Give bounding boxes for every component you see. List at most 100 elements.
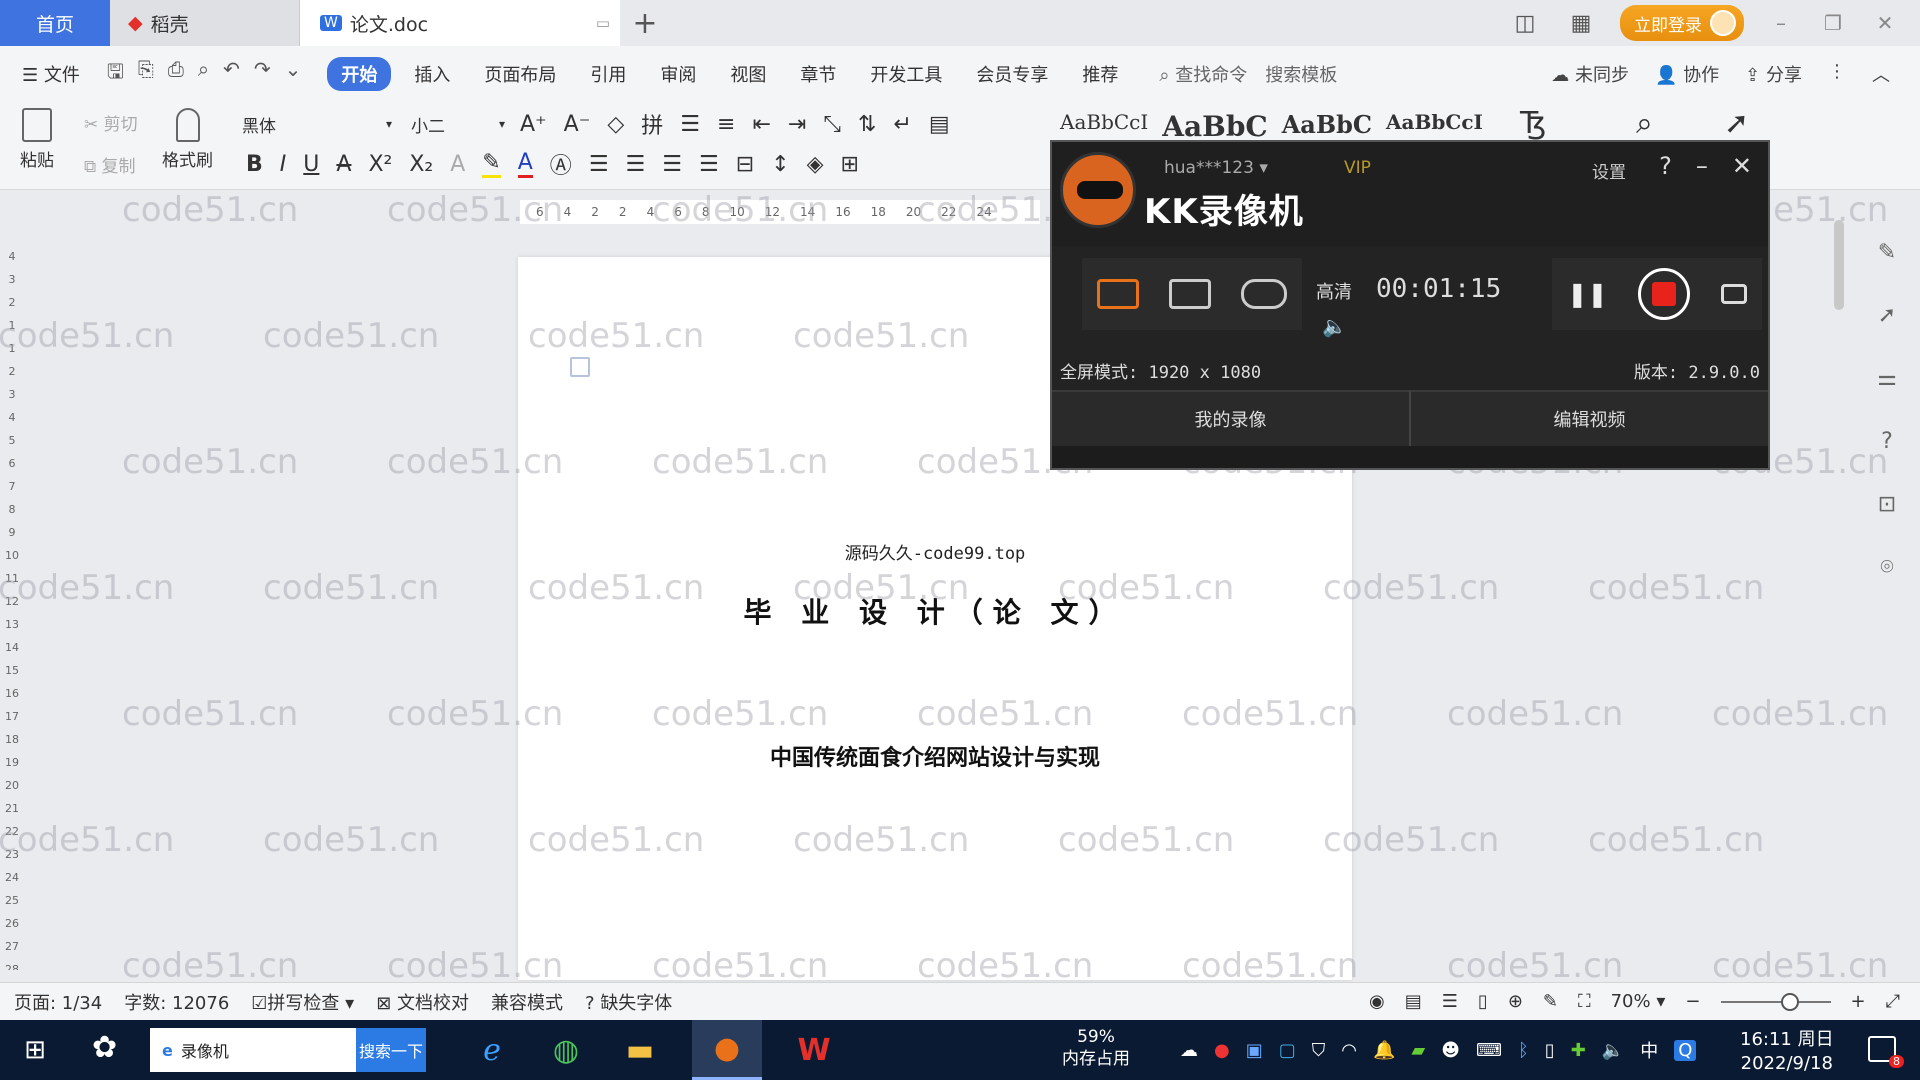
qq-icon[interactable]: ☻ [1441,1040,1460,1061]
indent-icon[interactable]: ⇥ [788,112,806,137]
fullscreen-mode-icon[interactable] [1097,279,1139,309]
page-indicator[interactable]: 页面: 1/34 [14,989,102,1015]
bullet-list-icon[interactable]: ☰ [680,112,700,137]
taskbar-search-button[interactable]: 搜索一下 [356,1028,426,1072]
my-videos-button[interactable]: 我的录像 [1052,390,1409,446]
fit-page-icon[interactable]: ⛶ [1578,991,1591,1012]
backup-icon[interactable]: ⊡ [1878,492,1896,517]
tray-app-icon[interactable]: ▣ [1246,1040,1263,1061]
location-icon[interactable]: ⌾ [1880,555,1893,580]
collapse-ribbon-icon[interactable]: ︿ [1872,61,1890,87]
kk-username[interactable]: hua***123 ▾ [1164,158,1268,178]
style-heading-3[interactable]: AaBbCcI [1386,110,1483,143]
distribute-icon[interactable]: ⊟ [736,152,754,177]
tab-developer[interactable]: 开发工具 [853,61,959,87]
tray-app-icon[interactable]: ● [1214,1040,1230,1061]
kk-quality-label[interactable]: 高清 [1316,278,1352,304]
style-gallery[interactable]: AaBbCcI AaBbC AaBbC AaBbCcI [1060,110,1483,143]
tab-insert[interactable]: 插入 [397,61,467,87]
numbered-list-icon[interactable]: ≡ [717,112,735,137]
usb-icon[interactable]: ▯ [1545,1040,1555,1061]
tab-start[interactable]: 开始 [327,57,392,91]
tab-home[interactable]: 首页 [0,0,110,46]
subscript-icon[interactable]: X₂ [409,152,433,177]
zoom-in-icon[interactable]: + [1851,991,1866,1012]
web-view-icon[interactable]: ⊕ [1508,991,1523,1012]
align-right-icon[interactable]: ☰ [662,152,682,177]
outline-view-icon[interactable]: ☰ [1442,991,1458,1012]
tab-chapter[interactable]: 章节 [783,61,853,87]
format-painter-button[interactable]: 格式刷 [162,108,213,171]
word-count[interactable]: 字数: 12076 [124,989,229,1015]
clear-format-icon[interactable]: ◇ [607,112,624,137]
pinwheel-icon[interactable]: ✿ [92,1030,117,1065]
zoom-slider[interactable] [1720,992,1831,1011]
reading-view-icon[interactable]: ▯ [1478,991,1488,1012]
save-icon[interactable]: 🖫 [107,57,124,91]
zoom-level[interactable]: 70% ▾ [1611,991,1666,1012]
select-icon[interactable]: ➚ [1724,106,1749,141]
command-search[interactable]: ⌕ 查找命令 搜索模板 [1135,61,1337,87]
ime-indicator[interactable]: 中 [1640,1037,1658,1063]
file-menu[interactable]: ☰ 文件 [0,61,97,87]
bluetooth-icon[interactable]: ᛒ [1518,1040,1529,1061]
font-size-select[interactable]: 小二 ▾ [405,110,505,138]
char-border-icon[interactable]: Ⓐ [550,148,572,180]
italic-icon[interactable]: I [280,152,287,177]
share-button[interactable]: ⇪ 分享 [1745,61,1802,87]
undo-icon[interactable]: ↶ [223,57,240,91]
kk-settings-button[interactable]: 设置 [1592,158,1626,183]
close-button[interactable]: ✕ [1870,11,1900,35]
align-center-icon[interactable]: ☰ [626,152,646,177]
nvidia-icon[interactable]: ▰ [1411,1040,1425,1061]
style-normal[interactable]: AaBbCcI [1060,110,1148,143]
tab-pin-icon[interactable]: ▭ [596,14,610,32]
strikethrough-icon[interactable]: A [336,152,351,177]
region-mode-icon[interactable] [1169,279,1211,309]
sliders-icon[interactable]: ⚌ [1877,366,1897,391]
table-icon[interactable]: ▤ [929,112,950,137]
kk-help-icon[interactable]: ? [1659,152,1672,180]
font-color-icon[interactable]: A [517,150,533,178]
tab-view[interactable]: 视图 [713,61,783,87]
paragraph-mark-icon[interactable] [570,357,590,377]
shading-icon[interactable]: ◈ [807,152,824,177]
kk-recorder-window[interactable]: hua***123 ▾ VIP KK录像机 设置 ? – ✕ 高清 00:01:… [1050,140,1770,470]
notification-bell-icon[interactable]: 🔔 [1373,1040,1395,1061]
export-icon[interactable]: ⎘ [138,57,154,91]
missing-font-button[interactable]: ? 缺失字体 [585,989,672,1015]
line-spacing-icon[interactable]: ↕ [771,152,789,177]
bold-icon[interactable]: B [246,152,263,177]
grow-font-icon[interactable]: A⁺ [520,112,547,137]
edit-video-button[interactable]: 编辑视频 [1409,390,1768,446]
tab-document[interactable]: W 论文.doc ▭ [300,0,620,46]
spellcheck-toggle[interactable]: ☑拼写检查 ▾ [251,989,354,1015]
align-left-icon[interactable]: ☰ [589,152,609,177]
wps-taskbar-icon[interactable]: W [792,1028,836,1072]
stop-record-button[interactable] [1638,268,1691,320]
print-preview-icon[interactable]: ⌕ [198,57,209,91]
taskbar-search-input[interactable]: e 录像机 [150,1028,356,1072]
file-explorer-icon[interactable]: ▬ [618,1028,662,1072]
screenshot-camera-icon[interactable] [1720,284,1747,304]
line-break-icon[interactable]: ↵ [893,112,911,137]
volume-icon[interactable]: 🔈 [1602,1040,1624,1061]
login-button[interactable]: 立即登录 [1620,5,1744,41]
pause-icon[interactable]: ❚❚ [1567,280,1607,308]
kk-vip-badge[interactable]: VIP [1344,158,1371,178]
kk-minimize-icon[interactable]: – [1696,152,1708,180]
tab-page-layout[interactable]: 页面布局 [467,61,573,87]
minimize-button[interactable]: – [1766,11,1796,35]
paste-button[interactable]: 粘贴 [20,108,54,171]
memory-usage[interactable]: 59% 内存占用 [1062,1026,1130,1070]
tab-member[interactable]: 会员专享 [959,61,1065,87]
sort-icon[interactable]: ⇅ [858,112,876,137]
help-icon[interactable]: ? [1881,429,1893,454]
kk-close-icon[interactable]: ✕ [1732,152,1752,180]
restore-button[interactable]: ❐ [1818,11,1848,35]
game-mode-icon[interactable] [1241,279,1287,309]
shield-icon[interactable]: ⛉ [1312,1040,1326,1061]
search-template-link[interactable]: 搜索模板 [1265,61,1337,87]
write-view-icon[interactable]: ✎ [1543,991,1558,1012]
phonetic-icon[interactable]: 拼 [641,108,663,140]
